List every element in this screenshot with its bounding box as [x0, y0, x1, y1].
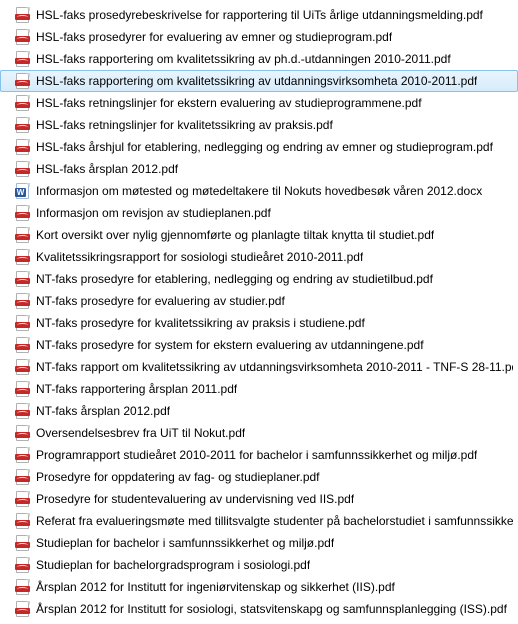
file-row[interactable]: Årsplan 2012 for Institutt for sosiologi…	[0, 598, 518, 620]
file-row[interactable]: HSL-faks rapportering om kvalitetssikrin…	[0, 70, 518, 92]
pdf-icon	[15, 359, 31, 375]
file-name-label: NT-faks årsplan 2012.pdf	[36, 404, 170, 418]
pdf-icon	[15, 579, 31, 595]
docx-icon: W	[15, 183, 31, 199]
file-name-label: Årsplan 2012 for Institutt for sosiologi…	[36, 602, 507, 616]
file-row[interactable]: HSL-faks rapportering om kvalitetssikrin…	[0, 48, 518, 70]
file-name-label: Studieplan for bachelor i samfunnssikker…	[36, 536, 334, 550]
file-name-label: Kvalitetssikringsrapport for sosiologi s…	[36, 250, 363, 264]
file-row[interactable]: NT-faks rapport om kvalitetssikring av u…	[0, 356, 518, 378]
pdf-icon	[15, 51, 31, 67]
pdf-icon	[15, 227, 31, 243]
file-name-label: HSL-faks prosedyrer for evaluering av em…	[36, 30, 392, 44]
pdf-icon	[15, 513, 31, 529]
file-name-label: NT-faks prosedyre for system for ekstern…	[36, 338, 424, 352]
pdf-icon	[15, 249, 31, 265]
file-name-label: Informasjon om møtested og møtedeltakere…	[36, 184, 482, 198]
file-name-label: Studieplan for bachelorgradsprogram i so…	[36, 558, 310, 572]
file-row[interactable]: Studieplan for bachelorgradsprogram i so…	[0, 554, 518, 576]
pdf-icon	[15, 7, 31, 23]
file-name-label: HSL-faks årshjul for etablering, nedlegg…	[36, 140, 493, 154]
file-row[interactable]: NT-faks rapportering årsplan 2011.pdf	[0, 378, 518, 400]
pdf-icon	[15, 161, 31, 177]
file-name-label: NT-faks rapportering årsplan 2011.pdf	[36, 382, 237, 396]
file-row[interactable]: HSL-faks årsplan 2012.pdf	[0, 158, 518, 180]
file-row[interactable]: W Informasjon om møtested og møtedeltaker…	[0, 180, 518, 202]
file-row[interactable]: Prosedyre for studentevaluering av under…	[0, 488, 518, 510]
pdf-icon	[15, 139, 31, 155]
file-name-label: NT-faks rapport om kvalitetssikring av u…	[36, 360, 513, 374]
file-name-label: HSL-faks retningslinjer for kvalitetssik…	[36, 118, 333, 132]
pdf-icon	[15, 73, 31, 89]
pdf-icon	[15, 205, 31, 221]
file-name-label: Programrapport studieåret 2010-2011 for …	[36, 448, 477, 462]
file-name-label: HSL-faks prosedyrebeskrivelse for rappor…	[36, 8, 483, 22]
file-name-label: Referat fra evalueringsmøte med tillitsv…	[36, 514, 513, 528]
file-row[interactable]: Referat fra evalueringsmøte med tillitsv…	[0, 510, 518, 532]
file-name-label: Prosedyre for oppdatering av fag- og stu…	[36, 470, 320, 484]
file-name-label: Informasjon om revisjon av studieplanen.…	[36, 206, 271, 220]
file-name-label: NT-faks prosedyre for etablering, nedleg…	[36, 272, 433, 286]
file-row[interactable]: NT-faks prosedyre for etablering, nedleg…	[0, 268, 518, 290]
file-name-label: HSL-faks årsplan 2012.pdf	[36, 162, 178, 176]
file-row[interactable]: HSL-faks retningslinjer for kvalitetssik…	[0, 114, 518, 136]
pdf-icon	[15, 403, 31, 419]
file-row[interactable]: Studieplan for bachelor i samfunnssikker…	[0, 532, 518, 554]
file-name-label: NT-faks prosedyre for kvalitetssikring a…	[36, 316, 365, 330]
file-row[interactable]: Kort oversikt over nylig gjennomførte og…	[0, 224, 518, 246]
file-name-label: NT-faks prosedyre for evaluering av stud…	[36, 294, 285, 308]
pdf-icon	[15, 117, 31, 133]
pdf-icon	[15, 381, 31, 397]
file-row[interactable]: NT-faks prosedyre for system for ekstern…	[0, 334, 518, 356]
file-name-label: HSL-faks rapportering om kvalitetssikrin…	[36, 52, 451, 66]
pdf-icon	[15, 29, 31, 45]
pdf-icon	[15, 601, 31, 617]
pdf-icon	[15, 315, 31, 331]
file-row[interactable]: HSL-faks retningslinjer for ekstern eval…	[0, 92, 518, 114]
file-name-label: Oversendelsesbrev fra UiT til Nokut.pdf	[36, 426, 245, 440]
pdf-icon	[15, 535, 31, 551]
file-row[interactable]: Prosedyre for oppdatering av fag- og stu…	[0, 466, 518, 488]
pdf-icon	[15, 469, 31, 485]
pdf-icon	[15, 557, 31, 573]
file-name-label: Årsplan 2012 for Institutt for ingeniørv…	[36, 580, 395, 594]
file-row[interactable]: HSL-faks årshjul for etablering, nedlegg…	[0, 136, 518, 158]
pdf-icon	[15, 271, 31, 287]
file-row[interactable]: NT-faks prosedyre for evaluering av stud…	[0, 290, 518, 312]
pdf-icon	[15, 293, 31, 309]
file-name-label: Prosedyre for studentevaluering av under…	[36, 492, 354, 506]
file-name-label: HSL-faks retningslinjer for ekstern eval…	[36, 96, 422, 110]
file-row[interactable]: Informasjon om revisjon av studieplanen.…	[0, 202, 518, 224]
file-row[interactable]: NT-faks årsplan 2012.pdf	[0, 400, 518, 422]
file-row[interactable]: Oversendelsesbrev fra UiT til Nokut.pdf	[0, 422, 518, 444]
pdf-icon	[15, 425, 31, 441]
file-row[interactable]: Kvalitetssikringsrapport for sosiologi s…	[0, 246, 518, 268]
pdf-icon	[15, 337, 31, 353]
file-row[interactable]: HSL-faks prosedyrer for evaluering av em…	[0, 26, 518, 48]
file-row[interactable]: Programrapport studieåret 2010-2011 for …	[0, 444, 518, 466]
file-row[interactable]: Årsplan 2012 for Institutt for ingeniørv…	[0, 576, 518, 598]
pdf-icon	[15, 491, 31, 507]
file-row[interactable]: HSL-faks prosedyrebeskrivelse for rappor…	[0, 4, 518, 26]
pdf-icon	[15, 95, 31, 111]
file-name-label: HSL-faks rapportering om kvalitetssikrin…	[36, 74, 477, 88]
file-row[interactable]: NT-faks prosedyre for kvalitetssikring a…	[0, 312, 518, 334]
pdf-icon	[15, 447, 31, 463]
file-name-label: Kort oversikt over nylig gjennomførte og…	[36, 228, 434, 242]
file-list: HSL-faks prosedyrebeskrivelse for rappor…	[0, 4, 518, 620]
